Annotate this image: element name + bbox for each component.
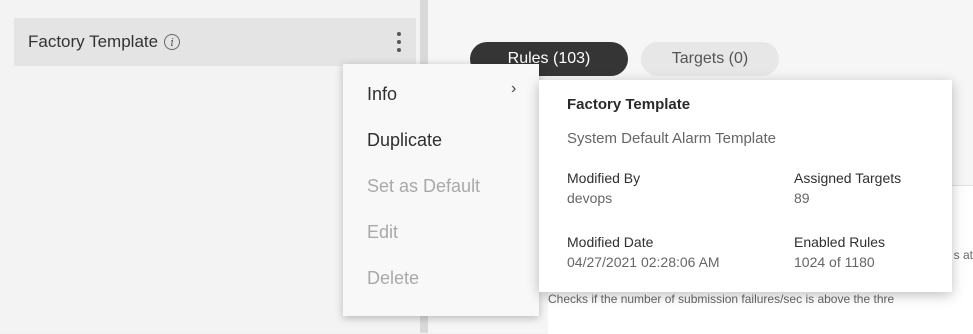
rule-description-snippet: s at — [953, 248, 973, 262]
menu-item-delete: Delete — [367, 268, 420, 288]
enabled-rules-label: Enabled Rules — [794, 234, 886, 250]
context-menu: Info › Duplicate Set as Default Edit Del… — [343, 64, 539, 316]
popover-subtitle: System Default Alarm Template — [567, 130, 776, 147]
modified-by-value: devops — [567, 190, 613, 206]
assigned-targets-label: Assigned Targets — [794, 170, 902, 186]
enabled-rules-value: 1024 of 1180 — [794, 254, 875, 270]
modified-date-value: 04/27/2021 02:28:06 AM — [567, 254, 720, 270]
menu-item-duplicate[interactable]: Duplicate — [367, 126, 442, 154]
menu-item-info[interactable]: Info — [367, 80, 397, 108]
menu-item-set-as-default: Set as Default — [367, 176, 481, 196]
popover-title: Factory Template — [567, 96, 691, 113]
template-name: Factory Template — [28, 32, 159, 51]
modified-by-label: Modified By — [567, 170, 641, 186]
info-popover: Factory Template System Default Alarm Te… — [539, 80, 952, 292]
menu-item-edit: Edit — [367, 222, 399, 242]
modified-date-label: Modified Date — [567, 234, 654, 250]
rule-description: Checks if the number of submission failu… — [548, 292, 895, 306]
info-circle-icon[interactable]: i — [164, 34, 181, 50]
kebab-menu-icon[interactable] — [390, 28, 408, 56]
assigned-targets-value: 89 — [794, 190, 810, 206]
tab-targets[interactable]: Targets (0) — [641, 42, 779, 76]
chevron-right-icon: › — [511, 80, 517, 97]
template-list-item[interactable]: Factory Template i — [14, 18, 416, 66]
